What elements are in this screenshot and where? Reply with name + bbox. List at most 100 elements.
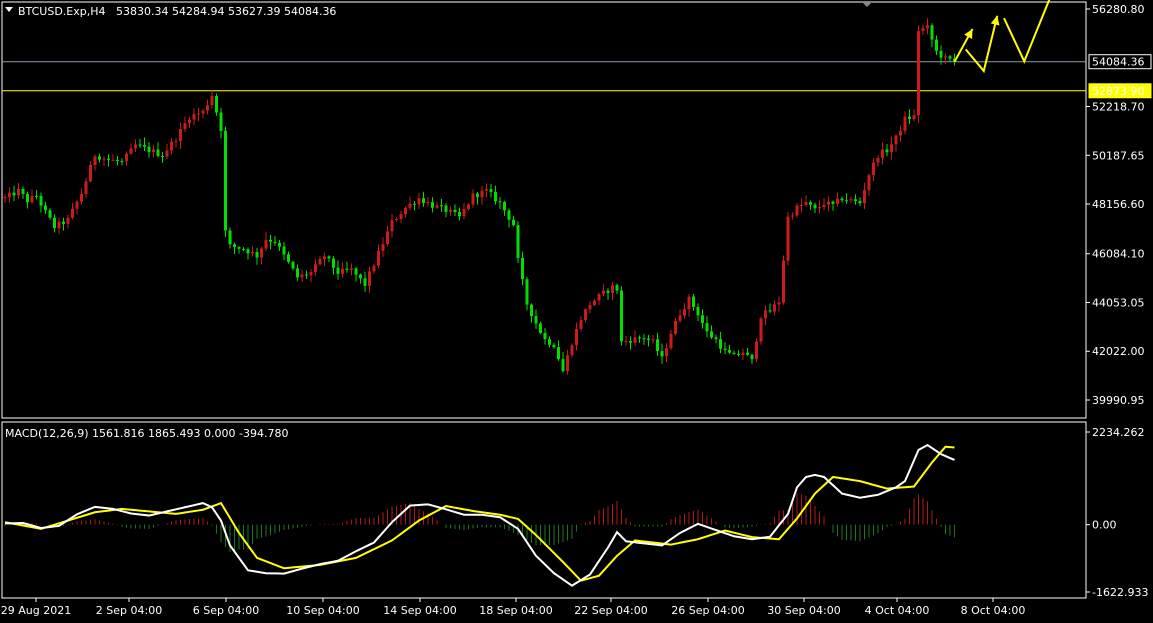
candle-body bbox=[629, 341, 632, 343]
candle-body bbox=[858, 200, 862, 204]
trading-chart[interactable]: BTCUSD.Exp,H4 53830.34 54284.94 53627.39 … bbox=[0, 0, 1153, 620]
candle-body bbox=[575, 328, 578, 346]
candle-body bbox=[908, 116, 911, 120]
candle-body bbox=[800, 204, 803, 206]
candle-body bbox=[201, 110, 205, 114]
candle-body bbox=[521, 257, 524, 280]
candle-body bbox=[381, 244, 385, 251]
macd-title: MACD(12,26,9) 1561.816 1865.493 0.000 -3… bbox=[5, 427, 288, 440]
time-tick-label: 26 Sep 04:00 bbox=[671, 604, 744, 617]
candle-body bbox=[444, 205, 448, 212]
candle-body bbox=[408, 203, 412, 208]
annotation-arrow-line bbox=[964, 15, 999, 74]
candle-body bbox=[791, 215, 794, 217]
candle-body bbox=[863, 190, 866, 204]
candle-body bbox=[485, 189, 488, 191]
shift-marker-icon[interactable] bbox=[862, 2, 872, 7]
candle-body bbox=[543, 332, 547, 340]
candle-body bbox=[525, 279, 529, 305]
candle-body bbox=[354, 268, 358, 275]
candle-body bbox=[287, 254, 290, 262]
candle-body bbox=[881, 149, 884, 159]
chart-canvas[interactable]: BTCUSD.Exp,H4 53830.34 54284.94 53627.39 … bbox=[0, 0, 1153, 620]
candle-body bbox=[305, 274, 308, 276]
candle-body bbox=[876, 158, 880, 163]
time-tick-label: 18 Sep 04:00 bbox=[479, 604, 552, 617]
candle-body bbox=[494, 191, 497, 202]
candle-body bbox=[489, 189, 493, 192]
candle-body bbox=[93, 156, 97, 165]
candle-body bbox=[818, 207, 821, 209]
candle-body bbox=[449, 209, 452, 212]
candle-body bbox=[350, 268, 353, 270]
candle-body bbox=[597, 294, 601, 301]
candle-body bbox=[912, 115, 916, 120]
candle-body bbox=[336, 267, 340, 274]
candle-body bbox=[827, 201, 830, 205]
candle-body bbox=[746, 352, 749, 355]
candle-body bbox=[174, 141, 178, 143]
candle-body bbox=[278, 242, 281, 247]
candle-body bbox=[696, 306, 700, 316]
candle-body bbox=[431, 202, 434, 208]
candle-body bbox=[233, 244, 236, 248]
candle-body bbox=[723, 348, 727, 350]
candle-body bbox=[422, 198, 425, 203]
candle-body bbox=[935, 39, 938, 51]
candle-body bbox=[714, 337, 718, 340]
candle-body bbox=[341, 268, 344, 274]
candle-body bbox=[642, 338, 646, 340]
candle-body bbox=[143, 145, 146, 147]
candle-body bbox=[273, 241, 277, 243]
candle-body bbox=[323, 256, 326, 259]
candle-body bbox=[435, 205, 439, 208]
candle-body bbox=[44, 205, 47, 211]
candle-body bbox=[782, 260, 785, 303]
candle-body bbox=[854, 199, 857, 201]
candle-body bbox=[534, 316, 538, 324]
candle-body bbox=[638, 337, 641, 339]
candle-body bbox=[296, 268, 299, 278]
candle-body bbox=[741, 352, 745, 355]
time-tick-label: 10 Sep 04:00 bbox=[286, 604, 359, 617]
time-tick-label: 6 Sep 04:00 bbox=[193, 604, 259, 617]
price-tick-label: 44053.05 bbox=[1092, 296, 1145, 309]
candle-body bbox=[399, 214, 403, 220]
candle-body bbox=[111, 159, 115, 161]
candle-body bbox=[107, 158, 110, 160]
price-tick-label: 48156.60 bbox=[1092, 198, 1145, 211]
candle-body bbox=[894, 135, 898, 145]
candle-body bbox=[179, 128, 182, 142]
candle-body bbox=[260, 248, 263, 258]
candle-body bbox=[822, 204, 826, 208]
candle-body bbox=[129, 148, 133, 154]
candle-body bbox=[116, 159, 119, 162]
candle-body bbox=[210, 96, 214, 106]
candle-body bbox=[30, 195, 34, 203]
candle-body bbox=[152, 149, 155, 153]
candle-body bbox=[183, 123, 187, 129]
candle-body bbox=[728, 349, 731, 353]
candle-body bbox=[102, 158, 106, 160]
candle-body bbox=[8, 192, 11, 198]
candle-body bbox=[377, 250, 380, 266]
candle-body bbox=[255, 252, 259, 258]
candle-body bbox=[755, 341, 758, 360]
candle-body bbox=[759, 318, 763, 342]
triangle-down-icon[interactable] bbox=[5, 7, 13, 12]
candle-body bbox=[426, 202, 430, 204]
candle-body bbox=[264, 239, 268, 249]
candle-body bbox=[84, 181, 88, 194]
candle-body bbox=[26, 193, 29, 203]
candle-body bbox=[89, 164, 92, 182]
candle-body bbox=[62, 221, 65, 224]
candle-body bbox=[750, 354, 754, 360]
candle-body bbox=[125, 153, 128, 162]
candle-body bbox=[539, 323, 542, 333]
candle-body bbox=[665, 348, 668, 357]
candle-body bbox=[669, 333, 673, 349]
candle-body bbox=[251, 252, 254, 254]
candle-body bbox=[363, 278, 367, 286]
candle-body bbox=[48, 210, 52, 218]
candle-body bbox=[413, 203, 416, 205]
